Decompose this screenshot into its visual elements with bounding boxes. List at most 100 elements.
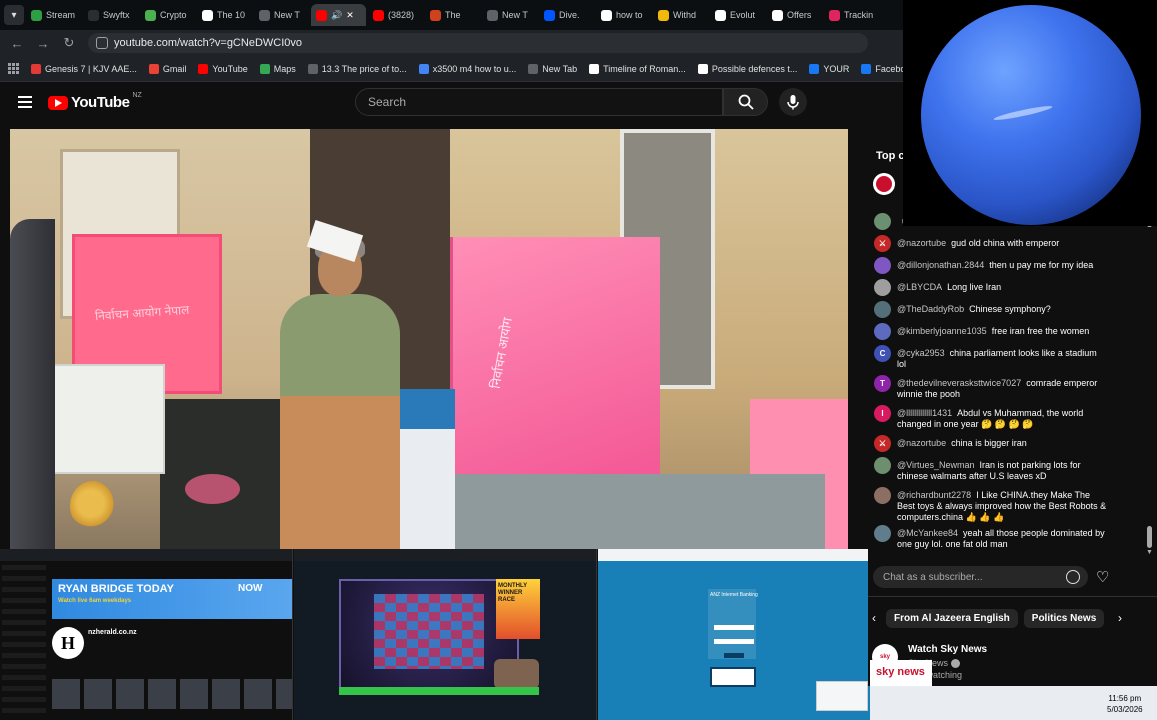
chip-politics-news[interactable]: Politics News bbox=[1023, 608, 1105, 628]
tab-favicon bbox=[601, 9, 612, 21]
voter bbox=[270, 224, 410, 549]
browser-tab[interactable]: Withd bbox=[653, 4, 708, 26]
chat-message: @Virtues_Newman Iran is not parking lots … bbox=[868, 457, 1143, 490]
browser-tab[interactable]: New T bbox=[254, 4, 309, 26]
system-clock[interactable]: 11:56 pm 5/03/2026 bbox=[1107, 693, 1143, 715]
verified-icon bbox=[951, 659, 961, 669]
author-name[interactable]: @lllllllllllll1431 bbox=[897, 408, 952, 418]
author-avatar[interactable] bbox=[874, 301, 891, 318]
browser-tab[interactable]: The bbox=[425, 4, 480, 26]
author-name[interactable]: @dillonjonathan.2844 bbox=[897, 260, 984, 270]
recommendation-title: Watch Sky News bbox=[908, 644, 988, 655]
bookmark[interactable]: Facebook green bbox=[861, 63, 903, 74]
browser-tab[interactable]: The 10 bbox=[197, 4, 252, 26]
author-avatar[interactable]: I bbox=[874, 405, 891, 422]
browser-tab[interactable]: how to bbox=[596, 4, 651, 26]
reload-icon[interactable]: ↻ bbox=[62, 35, 76, 51]
chip-al-jazeera[interactable]: From Al Jazeera English bbox=[886, 608, 1018, 628]
tab-favicon bbox=[88, 9, 99, 21]
browser-tab[interactable]: Trackin bbox=[824, 4, 879, 26]
tab-favicon bbox=[772, 9, 783, 21]
preview-anz-banking[interactable]: ANZ Internet Banking bbox=[598, 549, 870, 720]
chat-scrollbar-thumb[interactable] bbox=[1147, 526, 1152, 548]
author-name[interactable]: @richardbunt2278 bbox=[897, 490, 971, 500]
search-input[interactable]: Search bbox=[355, 88, 723, 116]
browser-tab[interactable]: Crypto bbox=[140, 4, 195, 26]
tab-favicon bbox=[259, 9, 270, 21]
author-avatar[interactable]: C bbox=[874, 345, 891, 362]
author-avatar[interactable] bbox=[874, 279, 891, 296]
author-name[interactable]: @cyka2953 bbox=[897, 348, 945, 358]
bookmark[interactable]: Maps bbox=[259, 63, 296, 74]
browser-tab[interactable]: Stream bbox=[26, 4, 81, 26]
author-avatar[interactable] bbox=[874, 525, 891, 542]
tab-favicon bbox=[202, 9, 213, 21]
url-field[interactable]: youtube.com/watch?v=gCNeDWCI0vo bbox=[88, 33, 868, 53]
chat-input[interactable]: Chat as a subscriber... bbox=[873, 566, 1088, 588]
forward-icon[interactable]: → bbox=[36, 36, 50, 51]
chat-mode-label[interactable]: Top c bbox=[876, 150, 905, 162]
browser-tab-active[interactable]: 🔊 ✕ bbox=[311, 4, 366, 26]
bookmark[interactable]: YouTube bbox=[198, 63, 248, 74]
youtube-icon bbox=[198, 63, 209, 74]
back-icon[interactable]: ← bbox=[10, 36, 24, 51]
scroll-down-arrow-icon[interactable]: ▼ bbox=[1146, 549, 1153, 556]
author-avatar[interactable]: ⚔ bbox=[874, 235, 891, 252]
tab-favicon bbox=[373, 9, 384, 21]
author-name[interactable]: @TheDaddyRob bbox=[897, 304, 964, 314]
chevron-right-icon[interactable]: › bbox=[1118, 611, 1122, 625]
bookmark[interactable]: YOUR bbox=[809, 63, 849, 74]
preview-slots-game[interactable]: MONTHLY WINNER RACE bbox=[294, 549, 597, 720]
preview-anz-title: ANZ Internet Banking bbox=[710, 592, 758, 598]
preview-nzherald[interactable]: RYAN BRIDGE TODAY Watch live 6am weekdays… bbox=[0, 549, 293, 720]
author-name[interactable]: @McYankee84 bbox=[897, 528, 958, 538]
author-name[interactable]: @nazortube bbox=[897, 238, 946, 248]
author-name[interactable]: @nazortube bbox=[897, 438, 946, 448]
chat-message: @LBYCDA Long live Iran bbox=[868, 279, 1143, 304]
bookmark[interactable]: 13.3 The price of to... bbox=[307, 63, 407, 74]
tab-close-icon[interactable]: ✕ bbox=[346, 10, 354, 21]
search-button[interactable] bbox=[723, 88, 768, 116]
chevron-left-icon[interactable]: ‹ bbox=[868, 611, 880, 625]
bookmark[interactable]: Possible defences t... bbox=[697, 63, 797, 74]
apps-grid-icon[interactable] bbox=[8, 62, 19, 75]
audio-icon[interactable]: 🔊 bbox=[331, 10, 342, 21]
facebook-icon bbox=[861, 63, 872, 74]
author-avatar[interactable] bbox=[874, 323, 891, 340]
tab-favicon bbox=[31, 9, 42, 21]
channel-avatar[interactable] bbox=[873, 173, 895, 195]
ballot-box bbox=[40, 364, 165, 474]
bookmark[interactable]: x3500 m4 how to u... bbox=[418, 63, 516, 74]
author-name[interactable]: @kimberlyjoanne1035 bbox=[897, 326, 987, 336]
browser-tab[interactable]: New T bbox=[482, 4, 537, 26]
author-avatar[interactable] bbox=[874, 213, 891, 230]
menu-icon[interactable] bbox=[18, 96, 32, 108]
sky-news-thumbnail[interactable]: sky news bbox=[870, 660, 932, 686]
bookmark[interactable]: Genesis 7 | KJV AAE... bbox=[31, 63, 137, 74]
author-avatar[interactable]: T bbox=[874, 375, 891, 392]
site-info-icon[interactable] bbox=[96, 37, 108, 49]
facebook-icon bbox=[809, 63, 820, 74]
browser-tab[interactable]: Evolut bbox=[710, 4, 765, 26]
video-player[interactable]: निर्वाचन आयोग नेपाल निर्वाचन आयोग bbox=[10, 129, 848, 549]
heart-icon[interactable]: ♡ bbox=[1096, 568, 1109, 586]
author-avatar[interactable] bbox=[874, 487, 891, 504]
author-avatar[interactable]: ⚔ bbox=[874, 435, 891, 452]
browser-tab[interactable]: (3828) bbox=[368, 4, 423, 26]
browser-tab[interactable]: Dive. bbox=[539, 4, 594, 26]
author-name[interactable]: @thedevilneverasksttwice7027 bbox=[897, 378, 1021, 388]
bookmark[interactable]: Timeline of Roman... bbox=[589, 63, 686, 74]
emoji-icon[interactable] bbox=[1066, 570, 1080, 584]
browser-tab[interactable]: Offers bbox=[767, 4, 822, 26]
browser-tab[interactable]: Swyftx bbox=[83, 4, 138, 26]
tab-search-icon[interactable]: ▾ bbox=[4, 5, 24, 25]
author-name[interactable]: @Virtues_Newman bbox=[897, 460, 975, 470]
author-avatar[interactable] bbox=[874, 257, 891, 274]
bookmark[interactable]: Gmail bbox=[148, 63, 186, 74]
bookmark[interactable]: New Tab bbox=[528, 63, 577, 74]
youtube-logo[interactable]: YouTube NZ bbox=[48, 92, 142, 111]
bookmark-favicon bbox=[31, 63, 41, 74]
author-name[interactable]: @LBYCDA bbox=[897, 282, 942, 292]
voice-search-button[interactable] bbox=[779, 88, 807, 116]
author-avatar[interactable] bbox=[874, 457, 891, 474]
